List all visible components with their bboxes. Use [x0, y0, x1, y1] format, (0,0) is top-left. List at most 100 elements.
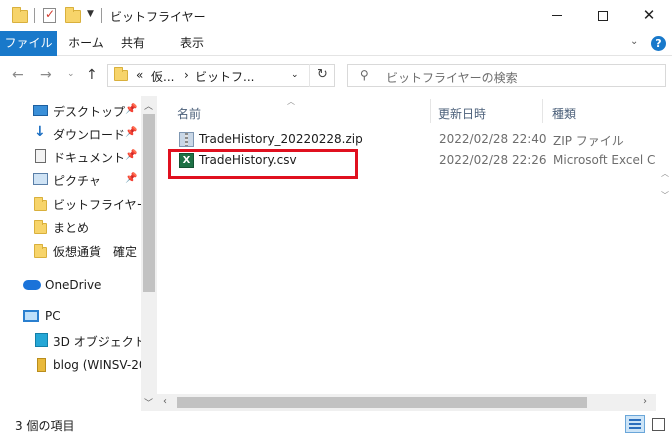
search-input[interactable]: ⚲ ビットフライヤーの検索 — [347, 64, 666, 87]
column-divider[interactable] — [542, 99, 543, 123]
breadcrumb-overflow[interactable]: « — [136, 68, 143, 82]
download-icon: ↓ — [34, 124, 46, 140]
sidebar-item-label: ビットフライヤー — [53, 198, 141, 212]
column-header-name[interactable]: 名前 — [177, 105, 201, 122]
scrollbar-thumb[interactable] — [143, 114, 155, 292]
navigation-bar: ← → ⌄ ↑ « 仮... › ビットフ... ⌄ ↻ ⚲ ビットフライヤーの… — [0, 56, 672, 96]
expand-ribbon-chevron-icon[interactable]: ⌄ — [630, 36, 638, 47]
file-list-vertical-scrollbar[interactable]: ︿ ﹀ — [656, 96, 672, 394]
file-list-horizontal-scrollbar[interactable]: ‹ › — [157, 394, 656, 411]
scroll-up-chevron-icon[interactable]: ︿ — [144, 99, 153, 112]
sidebar-item-label: ダウンロード — [53, 128, 126, 142]
status-bar: 3 個の項目 — [0, 411, 672, 437]
sidebar-item-label: 3D オブジェクト — [53, 335, 141, 349]
pin-icon[interactable]: 📌 — [125, 127, 137, 138]
navigation-pane-scrollbar[interactable]: ︿ ﹀ — [141, 96, 157, 411]
large-icons-view-icon[interactable] — [648, 415, 668, 433]
sidebar-item-downloads[interactable]: ↓ ダウンロード 📌 — [0, 122, 141, 144]
file-date: 2022/02/28 22:40 — [439, 132, 547, 146]
sidebar-item-documents[interactable]: ドキュメント 📌 — [0, 145, 141, 167]
item-count: 3 個の項目 — [15, 419, 75, 433]
up-arrow-icon[interactable]: ↑ — [86, 67, 98, 83]
search-icon: ⚲ — [360, 68, 369, 82]
sidebar-item-3d-objects[interactable]: 3D オブジェクト — [0, 329, 141, 351]
search-placeholder: ビットフライヤーの検索 — [386, 71, 518, 85]
sidebar-item-label: まとめ — [53, 221, 90, 235]
zip-file-icon — [179, 132, 194, 147]
minimize-button[interactable] — [534, 0, 580, 31]
divider — [34, 8, 35, 23]
sidebar-item-matome[interactable]: まとめ — [0, 215, 141, 237]
scroll-down-chevron-icon[interactable]: ﹀ — [144, 396, 153, 409]
scroll-right-chevron-icon[interactable]: › — [643, 396, 647, 407]
tab-file[interactable]: ファイル — [0, 31, 57, 56]
scroll-left-chevron-icon[interactable]: ‹ — [163, 396, 167, 407]
sidebar-item-bitflyer[interactable]: ビットフライヤー — [0, 192, 141, 214]
minimize-icon — [552, 15, 562, 16]
tab-home[interactable]: ホーム — [64, 31, 108, 56]
sort-chevron-icon: ︿ — [287, 97, 295, 106]
title-bar: ▼ ビットフライヤー ✕ — [0, 0, 672, 31]
pin-icon[interactable]: 📌 — [125, 173, 137, 184]
back-arrow-icon[interactable]: ← — [12, 67, 24, 83]
file-row[interactable]: TradeHistory_20220228.zip 2022/02/28 22:… — [166, 129, 666, 150]
address-bar[interactable]: « 仮... › ビットフ... ⌄ — [107, 64, 335, 87]
refresh-icon: ↻ — [317, 67, 328, 82]
sidebar-item-label: ピクチャ — [53, 174, 101, 188]
3d-objects-icon — [35, 333, 48, 347]
breadcrumb-item[interactable]: 仮... — [151, 68, 174, 85]
sidebar-item-network-drive[interactable]: blog (WINSV-201 — [0, 354, 141, 376]
tab-share[interactable]: 共有 — [116, 31, 150, 56]
sidebar-item-label: ドキュメント — [53, 151, 126, 165]
highlight-box — [168, 149, 358, 179]
file-type: ZIP ファイル — [553, 134, 624, 148]
forward-arrow-icon[interactable]: → — [40, 67, 52, 83]
customize-toolbar-chevron-icon[interactable]: ▼ — [87, 9, 94, 19]
tab-view[interactable]: 表示 — [170, 31, 214, 56]
breadcrumb-separator[interactable]: › — [184, 68, 189, 82]
divider — [101, 8, 102, 23]
sidebar-item-label: OneDrive — [45, 278, 102, 292]
scroll-up-chevron-icon[interactable]: ︿ — [661, 168, 669, 179]
pin-icon[interactable]: 📌 — [125, 104, 137, 115]
sidebar-item-label: 仮想通貨 確定 — [53, 245, 138, 259]
address-history-chevron-icon[interactable]: ⌄ — [291, 70, 299, 80]
sidebar-item-desktop[interactable]: デスクトップ 📌 — [0, 99, 141, 121]
file-date: 2022/02/28 22:26 — [439, 153, 547, 167]
breadcrumb-item[interactable]: ビットフ... — [195, 68, 254, 85]
pin-icon[interactable]: 📌 — [125, 150, 137, 161]
column-header-type[interactable]: 種類 — [552, 105, 576, 122]
window-title: ビットフライヤー — [110, 10, 206, 24]
sidebar-item-crypto[interactable]: 仮想通貨 確定 — [0, 239, 141, 261]
ribbon-tabs: ファイル ホーム 共有 表示 ⌄ ? — [0, 31, 672, 56]
column-header-date[interactable]: 更新日時 — [438, 105, 486, 122]
file-name: TradeHistory_20220228.zip — [199, 132, 363, 146]
maximize-icon — [598, 10, 608, 21]
desktop-icon — [33, 105, 48, 116]
sidebar-item-label: デスクトップ — [53, 105, 126, 119]
recent-locations-chevron-icon[interactable]: ⌄ — [67, 69, 75, 79]
file-type: Microsoft Excel CS... — [553, 153, 672, 167]
scrollbar-thumb[interactable] — [177, 397, 587, 408]
folder-icon — [114, 67, 128, 81]
details-view-icon[interactable] — [625, 415, 645, 433]
maximize-button[interactable] — [580, 0, 626, 31]
sidebar-item-pc[interactable]: PC — [0, 305, 141, 327]
network-drive-icon — [37, 358, 46, 372]
onedrive-cloud-icon — [23, 280, 41, 290]
pictures-icon — [33, 173, 48, 185]
navigation-pane: デスクトップ 📌 ↓ ダウンロード 📌 ドキュメント 📌 ピクチャ 📌 ビットフ… — [0, 96, 157, 411]
scroll-down-chevron-icon[interactable]: ﹀ — [661, 190, 669, 201]
documents-icon — [35, 149, 46, 163]
file-list: ︿ 名前 更新日時 種類 TradeHistory_20220228.zip 2… — [157, 96, 672, 411]
sidebar-item-label: blog (WINSV-201 — [53, 358, 141, 372]
help-icon[interactable]: ? — [651, 36, 666, 51]
sidebar-item-onedrive[interactable]: OneDrive — [0, 274, 141, 296]
sidebar-item-pictures[interactable]: ピクチャ 📌 — [0, 168, 141, 190]
sidebar-item-label: PC — [45, 309, 61, 323]
pc-icon — [23, 310, 39, 322]
close-button[interactable]: ✕ — [626, 0, 672, 31]
close-icon: ✕ — [642, 6, 656, 24]
column-divider[interactable] — [430, 99, 431, 123]
refresh-button[interactable]: ↻ — [309, 64, 335, 87]
